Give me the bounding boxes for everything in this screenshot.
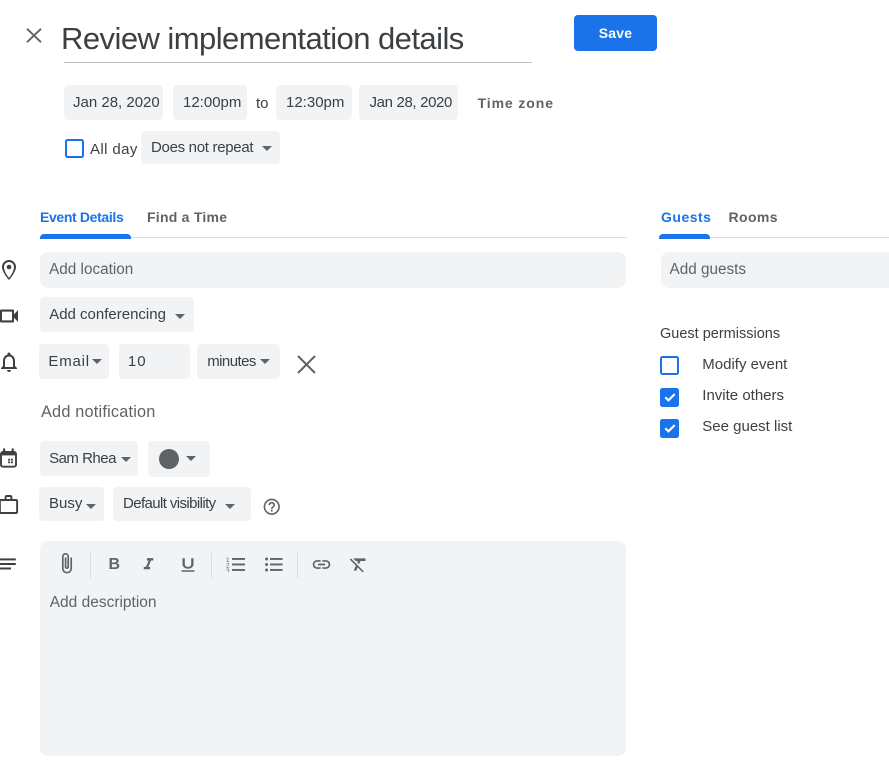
svg-text:3: 3 bbox=[226, 568, 230, 572]
